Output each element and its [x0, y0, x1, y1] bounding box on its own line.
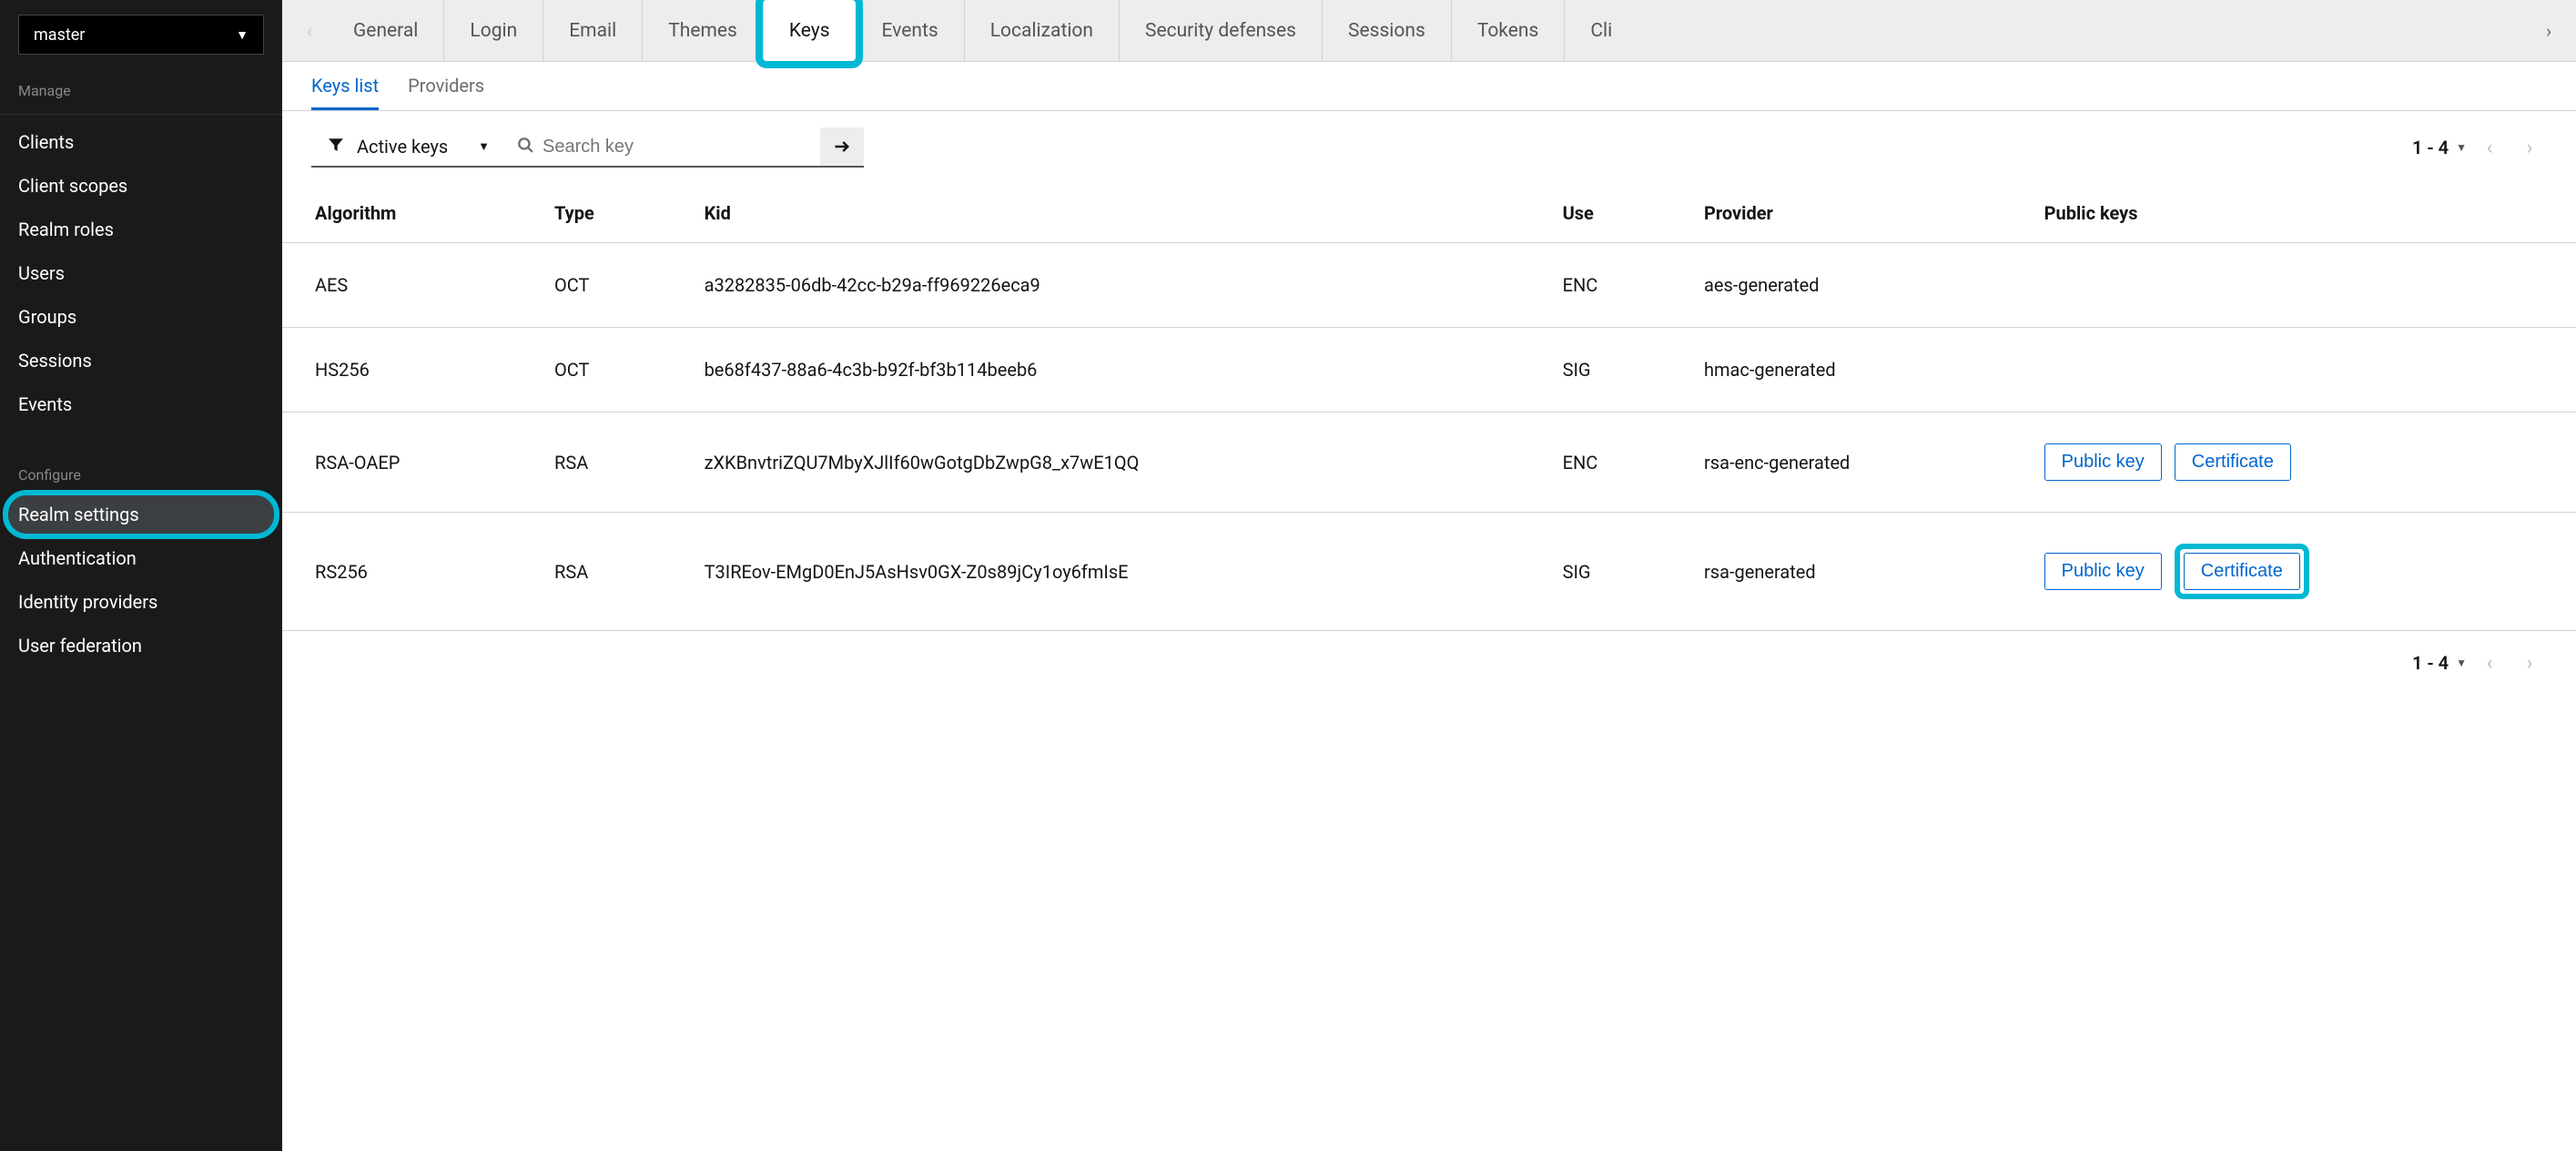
chevron-down-icon[interactable]: ▼: [2456, 657, 2467, 669]
tab-scroll-left[interactable]: ‹: [291, 0, 328, 61]
public-key-button[interactable]: Public key: [2044, 553, 2162, 590]
sidebar-item-user-federation[interactable]: User federation: [0, 624, 282, 667]
sidebar-item-groups[interactable]: Groups: [0, 295, 282, 339]
cell-kid: a3282835-06db-42cc-b29a-ff969226eca9: [683, 243, 1541, 328]
cell-provider: aes-generated: [1682, 243, 2023, 328]
sidebar-item-sessions[interactable]: Sessions: [0, 339, 282, 382]
cell-type: OCT: [532, 328, 683, 413]
tab-scroll-right[interactable]: ›: [2530, 0, 2567, 61]
pager-bottom: 1 - 4 ▼ ‹ ›: [282, 631, 2576, 695]
divider: [0, 114, 282, 115]
toolbar: Active keys ▼ 1 - 4 ▼ ‹ ›: [282, 111, 2576, 184]
col-kid: Kid: [683, 184, 1541, 243]
tab-security-defenses[interactable]: Security defenses: [1119, 0, 1322, 61]
pager-prev[interactable]: ‹: [2472, 130, 2507, 165]
sidebar-item-identity-providers[interactable]: Identity providers: [0, 580, 282, 624]
cell-public-keys: Public key Certificate: [2023, 513, 2576, 631]
sidebar: master ▼ Manage ClientsClient scopesReal…: [0, 0, 282, 1151]
chevron-down-icon[interactable]: ▼: [2456, 141, 2467, 154]
sidebar-item-events[interactable]: Events: [0, 382, 282, 426]
chevron-down-icon: ▼: [478, 139, 490, 154]
tab-themes[interactable]: Themes: [642, 0, 763, 61]
subtabs: Keys list Providers: [282, 62, 2576, 111]
filter-select[interactable]: Active keys ▼: [311, 127, 506, 168]
tab-sessions[interactable]: Sessions: [1322, 0, 1451, 61]
pager-range: 1 - 4: [2412, 137, 2449, 158]
certificate-button[interactable]: Certificate: [2184, 553, 2300, 590]
cell-kid: zXKBnvtriZQU7MbyXJlIf60wGotgDbZwpG8_x7wE…: [683, 413, 1541, 513]
table-row: AESOCTa3282835-06db-42cc-b29a-ff969226ec…: [282, 243, 2576, 328]
tab-email[interactable]: Email: [543, 0, 642, 61]
filter-select-label: Active keys: [357, 136, 448, 158]
sidebar-section-manage: Manage: [0, 73, 282, 108]
tab-tokens[interactable]: Tokens: [1451, 0, 1565, 61]
cell-provider: hmac-generated: [1682, 328, 2023, 413]
cell-use: SIG: [1541, 328, 1682, 413]
col-algorithm: Algorithm: [282, 184, 532, 243]
cell-type: OCT: [532, 243, 683, 328]
pager-range: 1 - 4: [2412, 652, 2449, 674]
tab-localization[interactable]: Localization: [964, 0, 1119, 61]
cell-type: RSA: [532, 513, 683, 631]
cell-algorithm: HS256: [282, 328, 532, 413]
search-group: [506, 127, 864, 168]
annotation-highlight: Certificate: [2175, 544, 2309, 599]
tab-events[interactable]: Events: [856, 0, 964, 61]
cell-algorithm: RSA-OAEP: [282, 413, 532, 513]
col-use: Use: [1541, 184, 1682, 243]
sidebar-item-authentication[interactable]: Authentication: [0, 536, 282, 580]
table-row: HS256OCTbe68f437-88a6-4c3b-b92f-bf3b114b…: [282, 328, 2576, 413]
cell-provider: rsa-generated: [1682, 513, 2023, 631]
sidebar-item-client-scopes[interactable]: Client scopes: [0, 164, 282, 208]
main-content: ‹ GeneralLoginEmailThemesKeysEventsLocal…: [282, 0, 2576, 1151]
col-provider: Provider: [1682, 184, 2023, 243]
public-key-button[interactable]: Public key: [2044, 443, 2162, 481]
search-icon: [517, 137, 533, 158]
table-row: RS256RSAT3IREov-EMgD0EnJ5AsHsv0GX-Z0s89j…: [282, 513, 2576, 631]
tab-login[interactable]: Login: [443, 0, 543, 61]
tab-cli[interactable]: Cli: [1564, 0, 1638, 61]
realm-selector[interactable]: master ▼: [18, 15, 264, 55]
pager-next[interactable]: ›: [2512, 646, 2547, 680]
cell-algorithm: RS256: [282, 513, 532, 631]
sidebar-item-realm-roles[interactable]: Realm roles: [0, 208, 282, 251]
tabs-row: ‹ GeneralLoginEmailThemesKeysEventsLocal…: [282, 0, 2576, 62]
cell-type: RSA: [532, 413, 683, 513]
filter-icon: [328, 137, 344, 158]
cell-kid: T3IREov-EMgD0EnJ5AsHsv0GX-Z0s89jCy1oy6fm…: [683, 513, 1541, 631]
subtab-providers[interactable]: Providers: [408, 62, 484, 110]
cell-public-keys: [2023, 243, 2576, 328]
cell-algorithm: AES: [282, 243, 532, 328]
cell-use: ENC: [1541, 413, 1682, 513]
chevron-down-icon: ▼: [236, 27, 248, 43]
pager-next[interactable]: ›: [2512, 130, 2547, 165]
table-row: RSA-OAEPRSAzXKBnvtriZQU7MbyXJlIf60wGotgD…: [282, 413, 2576, 513]
sidebar-item-realm-settings[interactable]: Realm settings: [5, 493, 277, 536]
tab-keys[interactable]: Keys: [763, 0, 856, 61]
pager-top: 1 - 4 ▼ ‹ ›: [2412, 130, 2547, 165]
cell-use: SIG: [1541, 513, 1682, 631]
cell-kid: be68f437-88a6-4c3b-b92f-bf3b114beeb6: [683, 328, 1541, 413]
sidebar-section-configure: Configure: [0, 457, 282, 493]
subtab-keys-list[interactable]: Keys list: [311, 62, 379, 110]
keys-table: Algorithm Type Kid Use Provider Public k…: [282, 184, 2576, 631]
cell-use: ENC: [1541, 243, 1682, 328]
pager-prev[interactable]: ‹: [2472, 646, 2507, 680]
cell-public-keys: Public key Certificate: [2023, 413, 2576, 513]
sidebar-item-clients[interactable]: Clients: [0, 120, 282, 164]
col-type: Type: [532, 184, 683, 243]
realm-selector-label: master: [34, 25, 85, 45]
col-public-keys: Public keys: [2023, 184, 2576, 243]
certificate-button[interactable]: Certificate: [2175, 443, 2291, 481]
search-input[interactable]: [506, 137, 820, 158]
tab-general[interactable]: General: [328, 0, 443, 61]
search-submit-button[interactable]: [820, 127, 864, 166]
cell-provider: rsa-enc-generated: [1682, 413, 2023, 513]
cell-public-keys: [2023, 328, 2576, 413]
sidebar-item-users[interactable]: Users: [0, 251, 282, 295]
